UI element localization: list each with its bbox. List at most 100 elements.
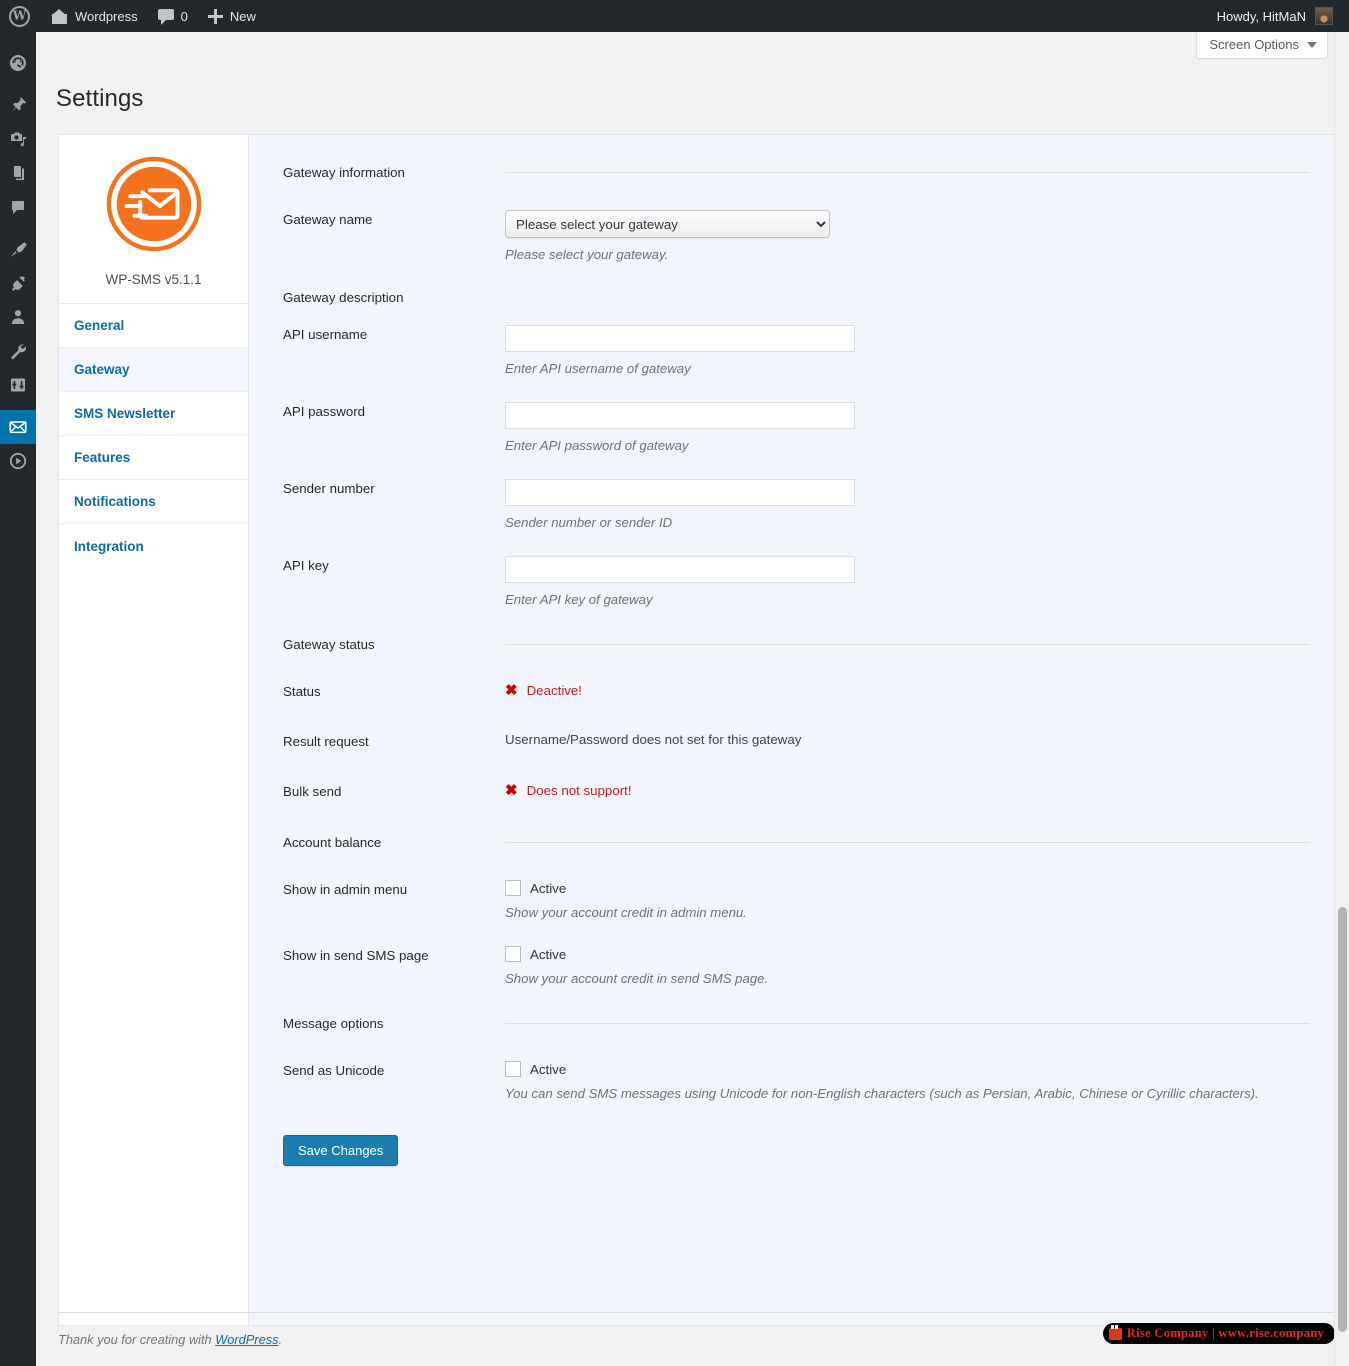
checkbox-label: Active [530, 1061, 567, 1077]
x-mark-icon: ✖ [505, 782, 518, 799]
page-wrap: Screen Options Settings WP-SMS v5.1.1 Ge… [36, 32, 1349, 1366]
menu-item-dashboard[interactable] [0, 46, 36, 80]
api-username-input[interactable] [505, 325, 855, 352]
sidebar-item-notifications[interactable]: Notifications [59, 480, 248, 524]
section-gateway-status: Gateway status [283, 635, 1310, 652]
screen-options-button[interactable]: Screen Options [1196, 32, 1328, 59]
plugin-version-label: WP-SMS v5.1.1 [105, 272, 202, 287]
settings-form: Gateway information Gateway name Please … [249, 135, 1334, 1325]
footer-thanks-suffix: . [278, 1332, 283, 1347]
checkbox-label: Active [530, 946, 567, 962]
page-scrollbar[interactable] [1334, 32, 1349, 1366]
menu-item-media[interactable] [0, 122, 36, 156]
field-hint: Enter API key of gateway [505, 592, 653, 607]
home-icon [51, 8, 68, 24]
footer-thanks-prefix: Thank you for creating with [58, 1332, 216, 1347]
chevron-down-icon [1307, 41, 1317, 48]
menu-item-plugins[interactable] [0, 266, 36, 300]
comments-bubble-icon [12, 201, 24, 214]
sidebar-item-general[interactable]: General [59, 304, 248, 348]
field-show-in-admin-menu: Show in admin menu Active Show your acco… [283, 880, 1310, 920]
show-in-admin-menu-checkbox[interactable] [505, 880, 521, 896]
sidebar-item-label: Integration [74, 538, 144, 554]
field-label: Status [283, 684, 321, 699]
x-mark-icon: ✖ [505, 682, 518, 699]
send-as-unicode-checkbox[interactable] [505, 1061, 521, 1077]
section-divider [505, 644, 1310, 645]
collapse-play-icon [9, 452, 27, 470]
field-label: Bulk send [283, 784, 342, 799]
footer: Thank you for creating with WordPress. R… [58, 1312, 1349, 1366]
wordpress-logo-icon [9, 5, 30, 27]
wordpress-logo-button[interactable] [0, 0, 41, 32]
plugin-brand: WP-SMS v5.1.1 [59, 135, 248, 304]
field-result-request: Result request Username/Password does no… [283, 732, 1310, 749]
gateway-name-select[interactable]: Please select your gateway [505, 210, 830, 238]
field-hint: Enter API username of gateway [505, 361, 691, 376]
site-name-menu[interactable]: Wordpress [41, 0, 148, 32]
save-changes-button[interactable]: Save Changes [283, 1135, 399, 1166]
sidebar-item-features[interactable]: Features [59, 436, 248, 480]
sidebar-item-gateway[interactable]: Gateway [59, 348, 248, 392]
sms-envelope-icon [9, 421, 27, 434]
sidebar-item-label: Notifications [74, 494, 156, 509]
scrollbar-thumb[interactable] [1338, 907, 1347, 1332]
menu-item-settings[interactable] [0, 368, 36, 402]
site-name-label: Wordpress [75, 8, 138, 24]
settings-sliders-icon [11, 378, 25, 392]
field-label: API key [283, 558, 329, 573]
sidebar-item-label: Features [74, 450, 131, 465]
field-label: API username [283, 327, 368, 342]
show-in-send-sms-page-checkbox[interactable] [505, 946, 521, 962]
field-label: Show in admin menu [283, 882, 408, 897]
menu-item-collapse[interactable] [0, 444, 36, 478]
bulk-send-value: Does not support! [526, 783, 632, 798]
menu-item-sms[interactable] [0, 410, 44, 444]
sender-number-input[interactable] [505, 479, 855, 506]
field-send-as-unicode: Send as Unicode Active You can send SMS … [283, 1061, 1310, 1101]
api-password-input[interactable] [505, 402, 855, 429]
account-menu[interactable]: Howdy, HitMaN [1217, 7, 1349, 25]
sidebar-item-label: Gateway [74, 362, 130, 377]
menu-item-posts[interactable] [0, 88, 36, 122]
new-content-menu[interactable]: New [198, 0, 266, 32]
sidebar-item-sms-newsletter[interactable]: SMS Newsletter [59, 392, 248, 436]
section-title: Message options [283, 1016, 384, 1031]
plugin-sidebar: WP-SMS v5.1.1 General Gateway SMS Newsle… [59, 135, 249, 1325]
field-sender-number: Sender number Sender number or sender ID [283, 479, 1310, 530]
admin-sidebar-menu [0, 32, 44, 1366]
screen-options-label: Screen Options [1209, 37, 1299, 52]
section-divider [505, 172, 1310, 173]
field-hint: Enter API password of gateway [505, 438, 689, 453]
api-key-input[interactable] [505, 556, 855, 583]
appearance-paintbrush-icon [11, 242, 27, 257]
avatar [1315, 7, 1333, 25]
field-label: Sender number [283, 481, 375, 496]
field-label: API password [283, 404, 366, 419]
wordpress-link[interactable]: WordPress [215, 1332, 278, 1347]
field-bulk-send: Bulk send ✖ Does not support! [283, 782, 1310, 799]
plus-icon [207, 8, 223, 24]
result-request-value: Username/Password does not set for this … [505, 732, 802, 747]
menu-item-comments[interactable] [0, 190, 36, 224]
field-label: Gateway description [283, 290, 404, 305]
menu-item-tools[interactable] [0, 334, 36, 368]
rise-company-icon [1108, 1324, 1122, 1340]
field-hint: Show your account credit in admin menu. [505, 905, 747, 920]
field-hint: Sender number or sender ID [505, 515, 673, 530]
field-status: Status ✖ Deactive! [283, 682, 1310, 699]
pages-copy-icon [14, 166, 24, 180]
comments-menu[interactable]: 0 [148, 0, 198, 32]
screen-meta-links: Screen Options [1196, 32, 1328, 59]
status-value: Deactive! [526, 683, 583, 698]
rise-company-badge[interactable]: Rise Company | www.rise.company [1102, 1323, 1335, 1344]
menu-item-users[interactable] [0, 300, 36, 334]
menu-item-appearance[interactable] [0, 232, 36, 266]
menu-item-pages[interactable] [0, 156, 36, 190]
plugins-plug-icon [12, 276, 25, 291]
footer-credit: Thank you for creating with WordPress. [58, 1332, 282, 1347]
sidebar-item-integration[interactable]: Integration [59, 524, 248, 568]
field-hint: Please select your gateway. [505, 247, 669, 262]
section-gateway-information: Gateway information [283, 163, 1310, 180]
sidebar-item-label: SMS Newsletter [74, 406, 176, 421]
